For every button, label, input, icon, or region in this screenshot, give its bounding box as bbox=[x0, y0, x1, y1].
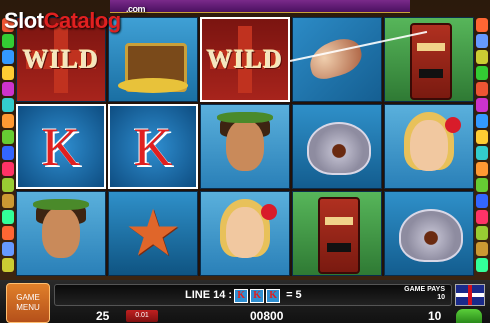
credit-value: 00800 bbox=[250, 309, 284, 323]
tiki-mask-symbol bbox=[292, 191, 382, 276]
starfish-symbol: ★ bbox=[108, 191, 198, 276]
treasure-chest-symbol bbox=[108, 17, 198, 102]
win-value: 10 bbox=[428, 309, 442, 323]
line-win-text: LINE 14 : K K K = 5 bbox=[185, 289, 302, 303]
reel-grid: WILD WILD K K ★ bbox=[16, 17, 474, 276]
islander-girl-symbol bbox=[384, 104, 474, 189]
pearl-clam-symbol bbox=[384, 191, 474, 276]
win-info-bar: LINE 14 : K K K = 5 GAME PAYS 10 bbox=[54, 284, 452, 306]
k-label: K bbox=[133, 116, 173, 177]
seashell-symbol bbox=[292, 17, 382, 102]
payline-indicators-left bbox=[2, 18, 14, 276]
islander-man-symbol bbox=[16, 191, 106, 276]
line-symbol-k: K bbox=[234, 289, 249, 303]
title-banner bbox=[110, 0, 410, 13]
spin-button[interactable] bbox=[456, 309, 482, 323]
islander-girl-symbol bbox=[200, 191, 290, 276]
wild-label: WILD bbox=[206, 44, 284, 74]
game-pays: GAME PAYS 10 bbox=[404, 286, 445, 301]
k-symbol: K bbox=[108, 104, 198, 189]
k-label: K bbox=[41, 116, 81, 177]
wild-symbol: WILD bbox=[200, 17, 290, 102]
islander-man-symbol bbox=[200, 104, 290, 189]
game-menu-button[interactable]: GAME MENU bbox=[6, 283, 50, 323]
wild-label: WILD bbox=[22, 44, 100, 74]
bet-value: 25 bbox=[96, 309, 110, 323]
pearl-clam-symbol bbox=[292, 104, 382, 189]
line-symbol-k: K bbox=[266, 289, 281, 303]
payline-indicators-right bbox=[476, 18, 488, 276]
language-flag-icon[interactable] bbox=[455, 284, 485, 306]
k-symbol: K bbox=[16, 104, 106, 189]
tiki-mask-symbol bbox=[384, 17, 474, 102]
coin-value-button[interactable]: 0.01 bbox=[126, 310, 158, 322]
line-symbol-k: K bbox=[250, 289, 265, 303]
site-logo: SlotCatalog .com bbox=[4, 4, 146, 33]
